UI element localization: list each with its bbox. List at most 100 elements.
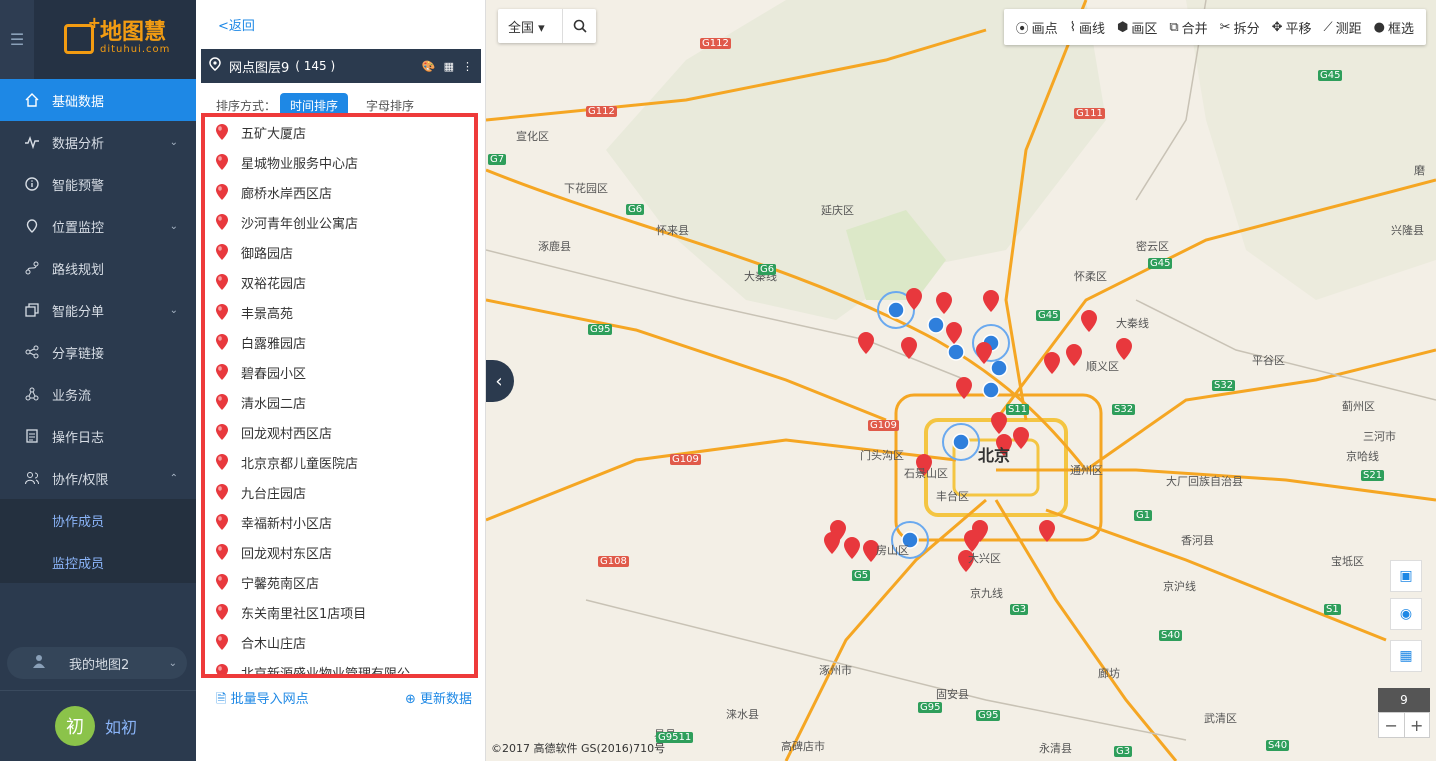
tool-label: 画区 [1131, 21, 1158, 37]
highway-shield: G95 [976, 710, 1001, 721]
map-place-label: 京哈线 [1346, 450, 1379, 463]
list-item[interactable]: 幸福新村小区店 [205, 507, 474, 537]
list-item[interactable]: 双裕花园店 [205, 267, 474, 297]
list-item[interactable]: 碧春园小区 [205, 357, 474, 387]
sidebar-item-log[interactable]: 操作日志 [0, 415, 196, 457]
highway-shield: G6 [758, 264, 777, 275]
save-icon[interactable]: ▣ [1390, 560, 1422, 592]
tool-select[interactable]: ● 框选 [1368, 18, 1420, 37]
copy-icon [24, 302, 40, 318]
sidebar-item-copy[interactable]: 智能分单 ⌄ [0, 289, 196, 331]
region-select[interactable]: 全国 ▾ [498, 17, 562, 36]
map-toolbar: ⦿ 画点 ⌇ 画线 ⬢ 画区 ⧉ 合并 ✂ 拆分 ✥ 平移 ⟋ 测距 ● 框选 [1003, 9, 1426, 45]
pan-icon: ✥ [1271, 19, 1283, 35]
tool-point[interactable]: ⦿ 画点 [1010, 18, 1064, 37]
tool-line[interactable]: ⌇ 画线 [1064, 18, 1111, 37]
highway-shield: S11 [1006, 404, 1030, 415]
sidebar-item-workflow[interactable]: 业务流 [0, 373, 196, 415]
layer-name: 网点图层9 [229, 60, 290, 76]
tool-label: 画线 [1078, 21, 1105, 37]
list-item[interactable]: 北京京都儿童医院店 [205, 447, 474, 477]
list-item[interactable]: 丰景高苑 [205, 297, 474, 327]
sidebar-item-info[interactable]: 智能预警 [0, 163, 196, 205]
logo-subtitle: dituhui.com [100, 44, 171, 55]
tool-merge[interactable]: ⧉ 合并 [1163, 18, 1213, 37]
map-pin-icon [215, 423, 229, 441]
sidebar-item-analytics[interactable]: 数据分析 ⌄ [0, 121, 196, 163]
list-item[interactable]: 东关南里社区1店项目 [205, 597, 474, 627]
sidebar-item-route[interactable]: 路线规划 [0, 247, 196, 289]
map-place-label: 怀来县 [656, 224, 689, 237]
submenu-item[interactable]: 监控成员 [0, 541, 196, 583]
tool-label: 平移 [1285, 21, 1312, 37]
sidebar-item-label: 路线规划 [52, 262, 105, 278]
list-item[interactable]: 沙河青年创业公寓店 [205, 207, 474, 237]
sidebar-item-label: 基础数据 [52, 94, 105, 110]
map-place-label: 顺义区 [1086, 360, 1119, 373]
map-pin-icon [215, 153, 229, 171]
list-item-label: 清水园二店 [241, 396, 307, 412]
map-background [486, 0, 1436, 761]
map-place-label: 蓟州区 [1342, 400, 1375, 413]
list-item[interactable]: 合木山庄店 [205, 627, 474, 657]
back-link[interactable]: <返回 [218, 15, 255, 34]
list-item[interactable]: 御路园店 [205, 237, 474, 267]
refresh-data-button[interactable]: ⊕ 更新数据 [405, 688, 472, 712]
layer-header: 网点图层9 ( 145 ) 🎨 ▦ ⋮ [201, 49, 481, 83]
map-pin-icon [215, 543, 229, 561]
highway-shield: G45 [1036, 310, 1061, 321]
menu-toggle-icon[interactable]: ☰ [0, 0, 34, 79]
point-list: 五矿大厦店 星城物业服务中心店 廊桥水岸西区店 沙河青年创业公寓店 御路园店 双裕花园店丰… [201, 113, 478, 678]
list-item[interactable]: 清水园二店 [205, 387, 474, 417]
map-pin-icon [215, 633, 229, 651]
more-icon[interactable]: ⋮ [462, 60, 473, 73]
eye-icon[interactable]: ◉ [1390, 598, 1422, 630]
region-search[interactable]: 全国 ▾ [498, 9, 596, 43]
zoom-in-button[interactable]: + [1403, 713, 1430, 737]
batch-import-button[interactable]: 🗎 批量导入网点 [216, 688, 309, 712]
measure-icon: ⟋ [1323, 19, 1333, 35]
palette-icon[interactable]: 🎨 [422, 60, 436, 73]
tool-label: 框选 [1387, 21, 1414, 37]
highway-shield: S1 [1324, 604, 1341, 615]
minimap-icon[interactable]: ▦ [1390, 640, 1422, 672]
list-item-label: 东关南里社区1店项目 [241, 606, 367, 622]
chevron-down-icon: ⌄ [169, 220, 178, 232]
select-icon: ● [1373, 19, 1385, 35]
highway-shield: S21 [1361, 470, 1385, 481]
list-item[interactable]: 九台庄园店 [205, 477, 474, 507]
upload-icon: ⊕ [404, 692, 420, 707]
list-item-label: 白露雅园店 [241, 336, 307, 352]
grid-icon[interactable]: ▦ [444, 60, 454, 73]
sidebar-item-users[interactable]: 协作/权限 ⌃ [0, 457, 196, 499]
map-place-label: 房山区 [876, 544, 909, 557]
sidebar-item-home[interactable]: 基础数据 [0, 79, 196, 121]
search-icon[interactable] [562, 9, 596, 43]
list-item[interactable]: 白露雅园店 [205, 327, 474, 357]
list-item[interactable]: 廊桥水岸西区店 [205, 177, 474, 207]
highway-shield: S32 [1112, 404, 1136, 415]
tool-polygon[interactable]: ⬢ 画区 [1111, 18, 1163, 37]
list-item[interactable]: 回龙观村东区店 [205, 537, 474, 567]
list-item[interactable]: 回龙观村西区店 [205, 417, 474, 447]
highway-shield: G1 [1134, 510, 1153, 521]
tool-pan[interactable]: ✥ 平移 [1266, 18, 1318, 37]
tool-measure[interactable]: ⟋ 测距 [1318, 18, 1368, 37]
list-item[interactable]: 星城物业服务中心店 [205, 147, 474, 177]
sidebar-item-label: 业务流 [52, 388, 92, 404]
list-item[interactable]: 五矿大厦店 [205, 117, 474, 147]
list-item[interactable]: 北京新源盛业物业管理有限公 [205, 657, 474, 674]
list-item[interactable]: 宁馨苑南区店 [205, 567, 474, 597]
map-canvas[interactable]: 宣化区 下花园区 怀来县 涿鹿县 延庆区 密云区 怀柔区 兴隆县 平谷区 顺义区 蓟州区 三河市 大厂回… [486, 0, 1436, 761]
highway-shield: G95 [588, 324, 613, 335]
tool-split[interactable]: ✂ 拆分 [1214, 18, 1266, 37]
zoom-out-button[interactable]: − [1379, 713, 1404, 737]
user-profile[interactable]: 初 如初 [0, 690, 196, 761]
submenu-item[interactable]: 协作成员 [0, 499, 196, 541]
my-map-selector[interactable]: 我的地图2 ⌄ [7, 647, 187, 679]
sidebar-item-share[interactable]: 分享链接 [0, 331, 196, 373]
sidebar-top: ☰ 地图慧 dituhui.com [0, 0, 196, 79]
info-icon [24, 176, 40, 192]
highway-shield: G112 [586, 106, 617, 117]
sidebar-item-location[interactable]: 位置监控 ⌄ [0, 205, 196, 247]
